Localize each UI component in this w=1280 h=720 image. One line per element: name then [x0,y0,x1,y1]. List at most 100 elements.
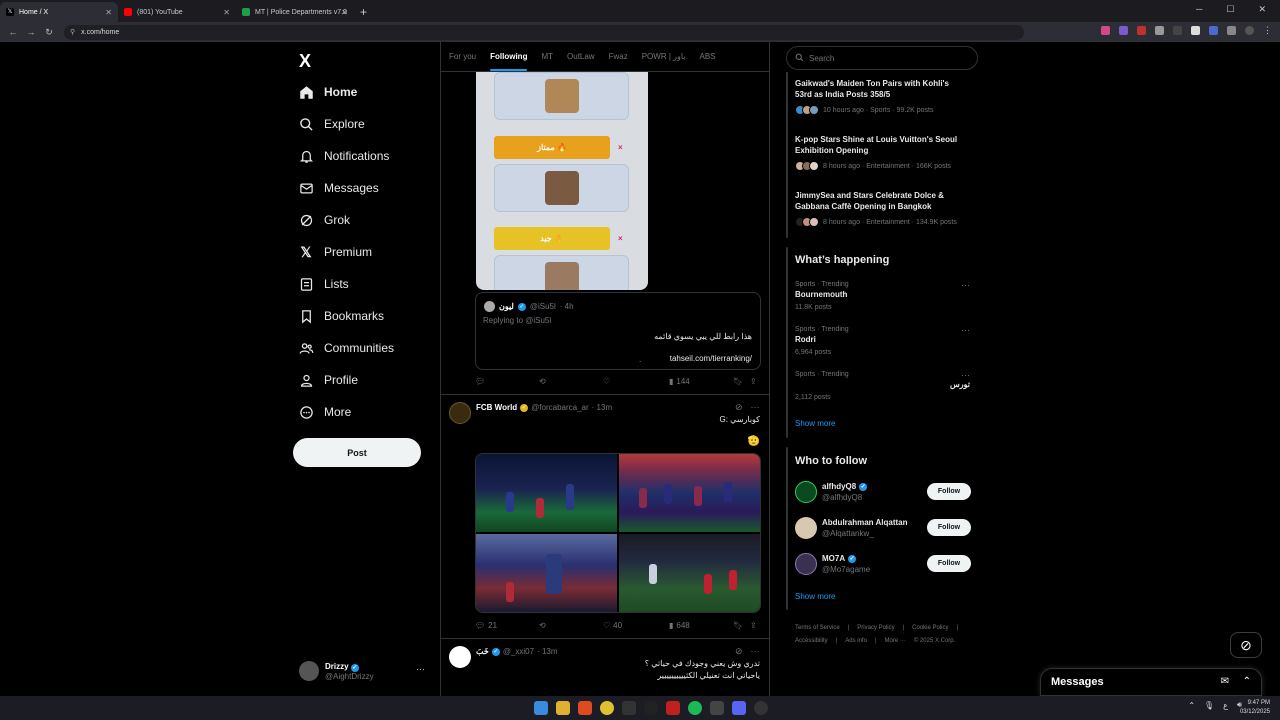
mic-icon[interactable]: 🎙︎ [1204,701,1214,710]
app-icon[interactable] [666,701,680,715]
show-more-link[interactable]: Show more [795,419,835,428]
grok-floating-button[interactable]: ⊘ [1230,632,1262,658]
browser-tab-x[interactable]: 𝕏 Home / X ✕ [0,2,118,22]
bookmark-icon[interactable]: 🔖︎ [733,377,743,386]
file-explorer-icon[interactable] [556,701,570,715]
x-logo-icon[interactable]: X [299,51,311,72]
footer-link[interactable]: Privacy Policy [857,625,894,631]
quoted-tweet[interactable]: ليون ✓ @iSu5l · 4h Replying to @iSu5l هذ… [475,292,761,370]
more-dots-icon[interactable]: ··· [416,664,425,674]
follow-button[interactable]: Follow [927,555,971,572]
chrome-icon[interactable] [600,701,614,715]
trend-item[interactable]: Sports · Trending تورس 2,112 posts ··· [795,370,970,401]
more-dots-icon[interactable]: ··· [961,280,970,290]
tab-abs[interactable]: ABS [700,52,716,61]
app-icon[interactable] [644,701,658,715]
footer-link[interactable]: Ads info [845,638,867,644]
footer-link[interactable]: Accessibility [795,638,828,644]
back-icon[interactable]: ← [4,27,22,37]
more-dots-icon[interactable]: ··· [961,370,970,380]
browser-menu-icon[interactable]: ⋮ [1263,26,1272,35]
follow-suggestion[interactable]: MO7A ✓ @Mo7agame Follow [795,553,971,577]
nav-premium[interactable]: 𝕏 Premium [298,242,372,262]
app-icon[interactable] [710,701,724,715]
search-field[interactable]: Search [786,46,978,70]
extension-icon[interactable] [1137,26,1146,35]
like-icon[interactable]: ♡ [603,377,610,386]
tab-mt[interactable]: MT [541,52,553,61]
nav-home[interactable]: Home [298,82,357,102]
tab-for-you[interactable]: For you [449,52,476,61]
tab-outlaw[interactable]: OutLaw [567,52,595,61]
news-item[interactable]: K-pop Stars Shine at Louis Vuitton's Seo… [795,134,967,171]
more-dots-icon[interactable]: ··· [751,402,760,413]
browser-tab-youtube[interactable]: (801) YouTube ✕ [118,2,236,22]
tweet-author-name[interactable]: خَبَ [476,647,489,656]
new-tab-button[interactable]: + [360,2,367,22]
close-window-icon[interactable]: ✕ [1258,4,1266,15]
spotify-icon[interactable] [688,701,702,715]
reply-stat[interactable]: 💬︎ 21 [475,621,497,630]
grok-icon[interactable]: ⊘ [735,402,743,413]
media-photo[interactable] [619,534,760,612]
trend-item[interactable]: Sports · Trending Rodri 6,964 posts ··· [795,325,970,356]
nav-notifications[interactable]: Notifications [298,146,389,166]
bookmark-icon[interactable]: 🔖︎ [733,621,743,630]
maximize-icon[interactable]: ☐ [1226,4,1234,15]
more-dots-icon[interactable]: ··· [961,325,970,335]
follow-button[interactable]: Follow [927,519,971,536]
more-dots-icon[interactable]: ··· [751,646,760,657]
news-item[interactable]: Gaikwad's Maiden Ton Pairs with Kohli's … [795,78,967,115]
share-icon[interactable]: ⇪ [750,377,757,386]
messages-drawer[interactable]: Messages ✉ ⌃ [1040,668,1262,696]
grok-icon[interactable]: ⊘ [735,646,743,657]
nav-bookmarks[interactable]: Bookmarks [298,306,384,326]
media-photo[interactable] [476,534,617,612]
extension-icon[interactable] [1209,26,1218,35]
footer-link[interactable]: More ··· [885,638,906,644]
minimize-icon[interactable]: ─ [1196,4,1202,15]
footer-link[interactable]: Cookie Policy [912,625,948,631]
clock[interactable]: 9:47 PM 03/12/2025 [1240,699,1270,717]
follow-button[interactable]: Follow [927,483,971,500]
views-stat[interactable]: ▮ 144 [669,377,690,386]
nav-lists[interactable]: Lists [298,274,349,294]
avatar[interactable] [449,402,471,424]
retweet-icon[interactable]: ⟲ [539,621,546,630]
close-tab-icon[interactable]: ✕ [105,8,112,17]
trend-item[interactable]: Sports · Trending Bournemouth 11.8K post… [795,280,970,311]
footer-link[interactable]: Terms of Service [795,625,840,631]
extensions-puzzle-icon[interactable] [1227,26,1236,35]
tweet-author-handle[interactable]: @forcabarca_ar [531,403,588,412]
start-icon[interactable] [534,701,548,715]
discord-icon[interactable] [732,701,746,715]
remove-icon[interactable]: × [618,234,623,243]
media-photo[interactable] [619,454,760,532]
brave-icon[interactable] [578,701,592,715]
avatar[interactable] [449,646,471,668]
forward-icon[interactable]: → [22,27,40,37]
nav-messages[interactable]: Messages [298,178,379,198]
account-switcher[interactable]: Drizzy ✓ @AightDrizzy ··· [299,658,429,684]
extension-icon[interactable] [1119,26,1128,35]
extension-icon[interactable] [1155,26,1164,35]
reply-icon[interactable]: 💬︎ [475,377,485,386]
close-tab-icon[interactable]: ✕ [341,8,348,17]
app-icon[interactable] [622,701,636,715]
new-message-icon[interactable]: ✉ [1221,676,1229,687]
input-language[interactable]: ع [1223,701,1228,710]
url-field[interactable]: ⚲ x.com/home [64,24,1024,40]
quote-author-handle[interactable]: @iSu5l [530,302,556,311]
show-more-link[interactable]: Show more [795,592,835,601]
share-icon[interactable]: ⇪ [750,621,757,630]
quote-author-name[interactable]: ليون [499,302,514,311]
reload-icon[interactable]: ↻ [40,27,58,38]
app-icon[interactable] [754,701,768,715]
tier-list-image[interactable]: ممتاز 🔥 × جيد 👌 × [476,72,648,290]
close-tab-icon[interactable]: ✕ [223,8,230,17]
media-photo[interactable] [476,454,617,532]
news-item[interactable]: JimmySea and Stars Celebrate Dolce & Gab… [795,190,967,227]
browser-tab-sheets[interactable]: MT | Police Departments v7.0 ✕ [236,2,354,22]
retweet-icon[interactable]: ⟲ [539,377,546,386]
views-stat[interactable]: ▮ 648 [669,621,690,630]
